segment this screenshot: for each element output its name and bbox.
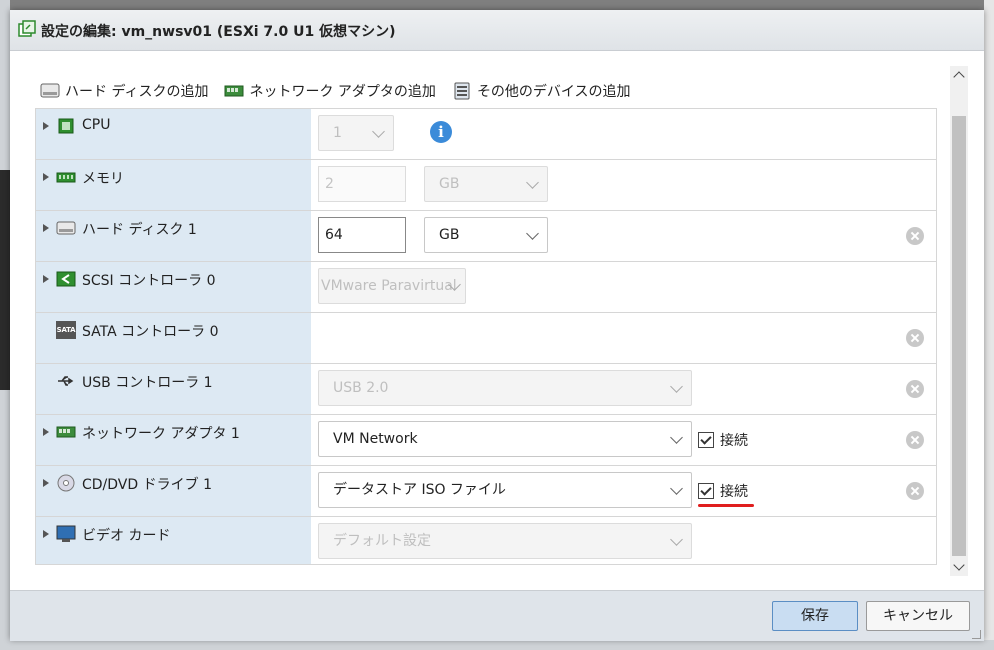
network-adapter-icon (224, 85, 244, 97)
network-connect-toggle[interactable]: 接続 (698, 430, 748, 450)
hard-disk-unit-value: GB (439, 227, 460, 243)
device-list: CPU 1 i メモリ 2 GB ハード ディスク 1 64 GB SCSI コ… (35, 108, 937, 565)
cpu-icon (58, 118, 74, 134)
network-connect-checkbox[interactable] (698, 432, 714, 448)
network-select[interactable]: VM Network (318, 421, 692, 457)
device-toolbar: ハード ディスクの追加 ネットワーク アダプタの追加 その他のデバイスの追加 (40, 80, 631, 102)
expand-cd-dvd-icon[interactable] (43, 479, 49, 487)
usb-type-select[interactable]: USB 2.0 (318, 370, 692, 406)
scsi-label: SCSI コントローラ 0 (82, 273, 216, 289)
cpu-count-value: 1 (333, 125, 342, 141)
usb-label: USB コントローラ 1 (82, 375, 213, 391)
scsi-type-value: VMware Paravirtual (321, 278, 457, 294)
cpu-count-select[interactable]: 1 (318, 115, 394, 151)
expand-network-adapter-icon[interactable] (43, 428, 49, 436)
cd-dvd-connect-checkbox[interactable] (698, 483, 714, 499)
device-row-cpu: CPU 1 i (36, 109, 936, 160)
device-list-scrollbar[interactable] (950, 66, 968, 576)
remove-hard-disk-button[interactable] (906, 227, 924, 245)
info-icon[interactable]: i (430, 121, 452, 143)
memory-label: メモリ (82, 171, 124, 187)
add-hard-disk-button[interactable]: ハード ディスクの追加 (40, 81, 208, 101)
expand-scsi-icon[interactable] (43, 275, 49, 283)
hard-disk-unit-select[interactable]: GB (424, 217, 548, 253)
remove-sata-button[interactable] (906, 329, 924, 347)
annotation-underline (698, 504, 754, 507)
memory-size-input[interactable]: 2 (318, 166, 406, 202)
video-card-icon (56, 525, 76, 542)
save-button[interactable]: 保存 (772, 601, 858, 631)
memory-unit-select[interactable]: GB (424, 166, 548, 202)
hard-disk-icon (56, 221, 76, 235)
device-row-video-card: ビデオ カード デフォルト設定 (36, 517, 936, 568)
vm-edit-icon (18, 20, 36, 37)
background-panel (0, 170, 10, 390)
hard-disk-size-input[interactable]: 64 (318, 217, 406, 253)
cd-dvd-label: CD/DVD ドライブ 1 (82, 477, 212, 493)
cancel-button[interactable]: キャンセル (866, 601, 970, 631)
add-hard-disk-label: ハード ディスクの追加 (65, 84, 209, 100)
chevron-down-icon (670, 533, 683, 546)
device-row-sata: SATA SATA コントローラ 0 (36, 313, 936, 364)
network-value: VM Network (333, 431, 418, 447)
scroll-down-icon[interactable] (950, 558, 968, 576)
expand-memory-icon[interactable] (43, 173, 49, 181)
hard-disk-label: ハード ディスク 1 (82, 222, 197, 238)
usb-type-value: USB 2.0 (333, 380, 389, 396)
edit-settings-dialog: 設定の編集: vm_nwsv01 (ESXi 7.0 U1 仮想マシン) ハード… (10, 10, 984, 641)
dialog-title: 設定の編集: vm_nwsv01 (ESXi 7.0 U1 仮想マシン) (41, 24, 396, 40)
video-card-label: ビデオ カード (82, 528, 171, 544)
cpu-label: CPU (82, 117, 111, 133)
usb-icon (58, 376, 74, 386)
memory-icon (56, 172, 76, 183)
scsi-type-select[interactable]: VMware Paravirtual (318, 268, 466, 304)
scroll-up-icon[interactable] (950, 66, 968, 84)
dialog-titlebar[interactable]: 設定の編集: vm_nwsv01 (ESXi 7.0 U1 仮想マシン) (10, 10, 984, 51)
device-row-usb: USB コントローラ 1 USB 2.0 (36, 364, 936, 415)
hard-disk-icon (40, 83, 60, 98)
network-connect-label: 接続 (720, 433, 748, 449)
expand-hard-disk-icon[interactable] (43, 224, 49, 232)
background-page-right (984, 0, 994, 650)
scroll-thumb[interactable] (952, 116, 966, 556)
expand-video-card-icon[interactable] (43, 530, 49, 538)
scsi-controller-icon (56, 271, 76, 287)
chevron-down-icon (670, 431, 683, 444)
remove-network-adapter-button[interactable] (906, 431, 924, 449)
dialog-footer: 保存 キャンセル (10, 590, 984, 641)
cd-dvd-media-value: データストア ISO ファイル (333, 482, 506, 498)
remove-usb-button[interactable] (906, 380, 924, 398)
chevron-down-icon (372, 125, 385, 138)
background-page-bottom (0, 640, 994, 650)
network-adapter-label: ネットワーク アダプタ 1 (82, 426, 240, 442)
remove-cd-dvd-button[interactable] (906, 482, 924, 500)
device-row-hard-disk: ハード ディスク 1 64 GB (36, 211, 936, 262)
add-network-adapter-label: ネットワーク アダプタの追加 (249, 84, 436, 100)
device-row-scsi: SCSI コントローラ 0 VMware Paravirtual (36, 262, 936, 313)
memory-unit-value: GB (439, 176, 460, 192)
expand-cpu-icon[interactable] (43, 122, 49, 130)
chevron-down-icon (526, 227, 539, 240)
device-row-network-adapter: ネットワーク アダプタ 1 VM Network 接続 (36, 415, 936, 466)
add-other-device-label: その他のデバイスの追加 (476, 84, 631, 100)
chevron-down-icon (670, 380, 683, 393)
add-network-adapter-button[interactable]: ネットワーク アダプタの追加 (224, 81, 436, 101)
sata-label: SATA コントローラ 0 (82, 324, 219, 340)
network-adapter-icon (56, 426, 76, 438)
sata-controller-icon: SATA (56, 321, 76, 339)
add-other-device-button[interactable]: その他のデバイスの追加 (452, 81, 631, 101)
device-row-cd-dvd: CD/DVD ドライブ 1 データストア ISO ファイル 接続 (36, 466, 936, 517)
chevron-down-icon (670, 482, 683, 495)
video-settings-select[interactable]: デフォルト設定 (318, 523, 692, 559)
cd-dvd-connect-toggle[interactable]: 接続 (698, 481, 748, 501)
other-device-icon (454, 82, 470, 100)
cd-dvd-media-select[interactable]: データストア ISO ファイル (318, 472, 692, 508)
device-row-memory: メモリ 2 GB (36, 160, 936, 211)
video-settings-value: デフォルト設定 (333, 533, 431, 549)
cd-dvd-connect-label: 接続 (720, 484, 748, 500)
chevron-down-icon (526, 176, 539, 189)
cd-dvd-icon (57, 474, 75, 492)
resize-grip-icon[interactable] (972, 630, 981, 639)
